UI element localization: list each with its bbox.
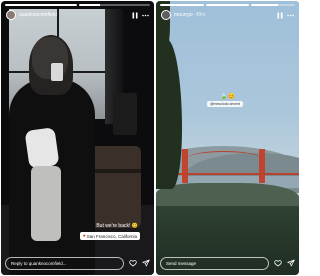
story-card-right[interactable]: mourrgo 49m 🍃😊 @mesolodo.sirvent Send me… [156,1,299,275]
progress-fill [205,4,250,6]
message-placeholder: Send message [166,260,197,266]
location-sticker[interactable]: ● San Francisco, California [79,232,140,240]
header-controls [131,12,149,19]
username[interactable]: mourrgo [174,12,193,18]
story-header: mourrgo 49m [161,9,294,21]
tree-left [156,39,182,189]
progress-segment [5,4,77,6]
username[interactable]: quanknocomfield [19,12,57,18]
heart-icon[interactable] [129,259,137,267]
mention-sticker[interactable]: @mesolodo.sirvent [207,101,244,107]
bridge-cable [186,151,262,167]
reply-input[interactable]: Reply to quanknocomfield... [5,256,124,270]
story-footer: Reply to quanknocomfield... [5,256,150,270]
send-icon[interactable] [142,259,150,267]
person-pants [31,166,61,241]
progress-fill [78,4,100,6]
story-card-left[interactable]: quanknocomfield But we're back! 😊 ● San … [1,1,154,275]
progress-segment [78,4,150,6]
progress-fill [251,4,278,6]
avatar[interactable] [161,10,171,20]
story-photo [156,1,299,275]
phone [51,63,63,81]
header-controls [276,12,294,19]
white-bag [24,127,60,169]
pause-icon[interactable] [276,12,283,19]
chair [113,93,137,135]
heart-icon[interactable] [274,259,282,267]
story-footer: Send message [160,256,295,270]
more-options-icon[interactable] [142,12,149,19]
progress-segment [160,4,204,6]
message-input[interactable]: Send message [160,256,269,270]
stories-viewer: quanknocomfield But we're back! 😊 ● San … [0,0,300,276]
caption-emoji: 😊 [131,223,138,229]
progress-fill [5,4,77,6]
send-icon[interactable] [287,259,295,267]
bridge-tower [182,149,188,183]
caption-text: But we're back! [96,223,131,229]
location-pin-icon: ● [82,233,86,239]
story-caption: But we're back! 😊 [96,223,138,229]
more-options-icon[interactable] [287,12,294,19]
bridge-tower [259,149,265,183]
progress-segment [251,4,296,6]
story-progress [5,4,150,6]
avatar[interactable] [6,10,16,20]
story-progress [160,4,296,6]
reply-placeholder: Reply to quanknocomfield... [11,260,67,266]
pause-icon[interactable] [131,12,138,19]
emoji-sticker: 🍃😊 [220,94,235,100]
story-header: quanknocomfield [6,9,149,21]
timestamp: 49m [195,12,206,18]
location-text: San Francisco, California [86,233,137,239]
progress-fill [160,4,204,6]
progress-segment [205,4,250,6]
